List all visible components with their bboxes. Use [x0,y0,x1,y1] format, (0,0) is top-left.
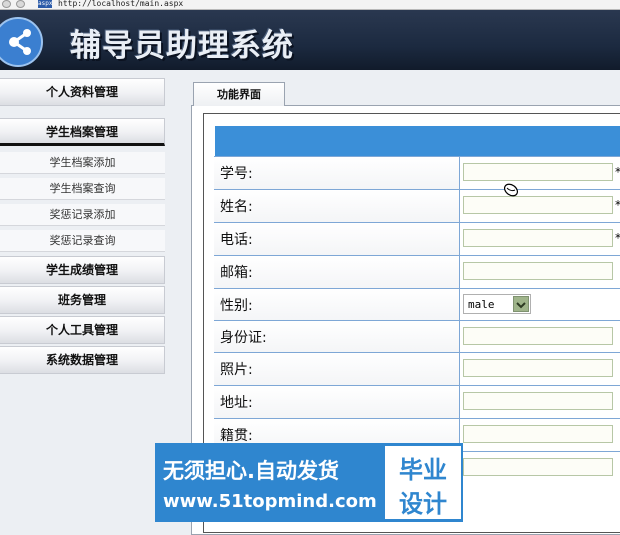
form-row-email: 邮箱: [214,255,620,288]
submenu-query-student-record[interactable]: 学生档案查询 [0,178,165,200]
name-label: 姓名: [220,199,253,215]
form-row-name: 姓名: * [214,189,620,222]
watermark-badge: 毕业 设计 [385,446,461,519]
menu-student-grades[interactable]: 学生成绩管理 [0,256,165,284]
native-place-label: 籍贯: [220,428,253,444]
logo-icon [0,17,43,67]
form-row-address: 地址: [214,385,620,418]
menu-student-records[interactable]: 学生档案管理 [0,118,165,146]
form-row-photo: 照片: [214,352,620,385]
menu-personal-info[interactable]: 个人资料管理 [0,78,165,106]
menu-personal-tools[interactable]: 个人工具管理 [0,316,165,344]
tab-function-interface[interactable]: 功能界面 [193,82,285,106]
address-label: 地址: [220,395,253,411]
header-banner: 辅导员助理系统 [0,10,620,70]
form-row-id-card: 身份证: [214,320,620,353]
phone-label: 电话: [220,232,253,248]
watermark-badge-line2: 设计 [399,490,447,518]
submenu-query-reward-record[interactable]: 奖惩记录查询 [0,230,165,252]
url-field[interactable]: http://localhost/main.aspx [58,0,183,8]
cursor-icon [503,183,519,197]
name-input[interactable] [463,196,613,214]
forward-icon[interactable] [16,0,25,8]
form-header-bar [215,126,620,156]
email-label: 邮箱: [220,265,253,281]
chevron-down-icon[interactable] [513,296,529,312]
menu-class-affairs[interactable]: 班务管理 [0,286,165,314]
back-icon[interactable] [2,0,11,8]
watermark-badge-line1: 毕业 [399,456,447,484]
menu-system-data[interactable]: 系统数据管理 [0,346,165,374]
form-row-phone: 电话: * [214,222,620,255]
watermark-line1: 无须担心.自动发货 [163,459,339,483]
watermark-url: www.51topmind.com [163,491,377,512]
address-bar: aspx http://localhost/main.aspx [0,0,620,10]
form-row-gender: 性别: male [214,288,620,321]
photo-input[interactable] [463,359,613,377]
form-row-student-id: 学号: * [214,156,620,189]
gender-selected-value: male [468,298,495,311]
address-input[interactable] [463,392,613,410]
email-input[interactable] [463,262,613,280]
watermark-banner: 无须担心.自动发货 www.51topmind.com 毕业 设计 [155,443,463,522]
required-mark: * [615,198,620,212]
student-id-input[interactable] [463,163,613,181]
required-mark: * [615,231,620,245]
gender-select[interactable]: male [463,294,531,314]
favicon-icon: aspx [38,0,53,8]
photo-label: 照片: [220,362,253,378]
submenu-add-student-record[interactable]: 学生档案添加 [0,152,165,174]
phone-input[interactable] [463,229,613,247]
student-id-label: 学号: [220,166,253,182]
required-mark: * [615,165,620,179]
extra-input[interactable] [463,458,613,476]
native-place-input[interactable] [463,425,613,443]
app-title: 辅导员助理系统 [70,28,294,64]
gender-label: 性别: [220,298,253,314]
id-card-label: 身份证: [220,330,267,346]
submenu-add-reward-record[interactable]: 奖惩记录添加 [0,204,165,226]
id-card-input[interactable] [463,327,613,345]
